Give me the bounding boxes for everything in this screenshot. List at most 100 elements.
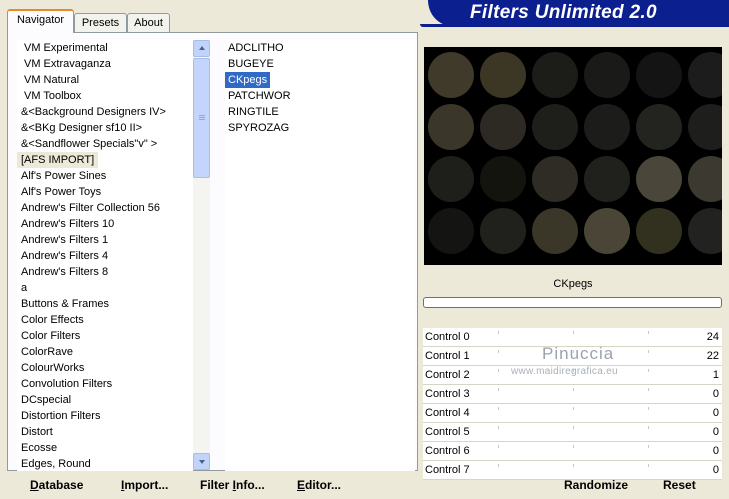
preview-peg <box>532 52 578 98</box>
category-item-label: VM Toolbox <box>24 90 82 102</box>
slider-tick <box>498 350 499 353</box>
control-label: Control 7 <box>425 464 470 476</box>
filter-item[interactable]: CKpegs <box>225 72 415 88</box>
category-item-label: Andrew's Filters 8 <box>21 266 109 278</box>
category-item[interactable]: Andrew's Filters 4 <box>17 248 193 264</box>
control-value: 1 <box>712 369 719 381</box>
category-item[interactable]: &<Background Designers IV> <box>17 104 193 120</box>
category-item-label: DCspecial <box>21 394 72 406</box>
preview-peg <box>532 156 578 202</box>
slider-tick <box>573 407 574 410</box>
current-filter-name: CKpegs <box>553 278 593 290</box>
category-item[interactable]: VM Toolbox <box>17 88 193 104</box>
control-label: Control 4 <box>425 407 470 419</box>
control-row[interactable]: Control 7 0 <box>423 461 722 480</box>
slider-tick <box>498 369 499 372</box>
filter-item-label: PATCHWOR <box>228 90 291 102</box>
preview-peg <box>584 104 630 150</box>
preview-peg <box>584 52 630 98</box>
preview-peg <box>480 52 526 98</box>
slider-tick <box>573 388 574 391</box>
category-item[interactable]: Distort <box>17 424 193 440</box>
category-item-label: VM Experimental <box>24 42 108 54</box>
preview-peg <box>480 156 526 202</box>
category-item[interactable]: Convolution Filters <box>17 376 193 392</box>
watermark-url: www.maidiregrafica.eu <box>511 366 618 377</box>
control-value: 0 <box>712 426 719 438</box>
randomize-button[interactable]: Randomize <box>564 478 628 492</box>
category-item[interactable]: Alf's Power Sines <box>17 168 193 184</box>
category-item-label: Ecosse <box>21 442 58 454</box>
app-title: Filters Unlimited 2.0 <box>470 2 657 23</box>
control-value: 0 <box>712 407 719 419</box>
filter-list[interactable]: ADCLITHO BUGEYE CKpegs PATCHWOR RINGTILE SPYR… <box>225 40 415 471</box>
filter-item[interactable]: BUGEYE <box>225 56 415 72</box>
control-value: 0 <box>712 464 719 476</box>
preview-peg <box>688 52 722 98</box>
control-row[interactable]: Control 5 0 <box>423 423 722 442</box>
category-item[interactable]: Edges, Round <box>17 456 193 471</box>
category-item-label: Distortion Filters <box>21 410 101 422</box>
preview-peg <box>636 208 682 254</box>
filter-item-label: BUGEYE <box>228 58 274 70</box>
scroll-down-button[interactable] <box>193 453 210 470</box>
category-item[interactable]: Buttons & Frames <box>17 296 193 312</box>
preview-image <box>424 47 722 265</box>
import-button[interactable]: Import... <box>121 478 168 492</box>
tab-navigator[interactable]: Navigator <box>7 9 74 33</box>
tab-presets[interactable]: Presets <box>74 13 127 32</box>
tab-about[interactable]: About <box>127 13 170 32</box>
preview-peg <box>584 156 630 202</box>
preview-peg <box>480 104 526 150</box>
category-list[interactable]: VM Experimental VM Extravaganza VM Natural… <box>17 40 193 471</box>
title-banner-stripe <box>420 24 729 27</box>
preview-peg <box>636 104 682 150</box>
category-item[interactable]: ColorRave <box>17 344 193 360</box>
filter-item[interactable]: SPYROZAG <box>225 120 415 136</box>
category-scrollbar[interactable] <box>193 40 210 470</box>
scroll-thumb[interactable] <box>193 58 210 178</box>
slider-tick <box>498 407 499 410</box>
control-row[interactable]: Control 6 0 <box>423 442 722 461</box>
editor-button[interactable]: Editor... <box>297 478 341 492</box>
category-item[interactable]: Andrew's Filters 1 <box>17 232 193 248</box>
category-item[interactable]: &<BKg Designer sf10 II> <box>17 120 193 136</box>
slider-tick <box>573 426 574 429</box>
preview-peg <box>688 104 722 150</box>
category-item[interactable]: ColourWorks <box>17 360 193 376</box>
category-item-label: ColourWorks <box>21 362 85 374</box>
filter-item-label: ADCLITHO <box>228 42 284 54</box>
category-item[interactable]: Andrew's Filters 10 <box>17 216 193 232</box>
category-item[interactable]: Distortion Filters <box>17 408 193 424</box>
slider-tick <box>648 331 649 334</box>
category-item[interactable]: a <box>17 280 193 296</box>
category-item[interactable]: Ecosse <box>17 440 193 456</box>
category-item[interactable]: &<Sandflower Specials"v" > <box>17 136 193 152</box>
category-item-label: VM Extravaganza <box>24 58 111 70</box>
category-item[interactable]: Alf's Power Toys <box>17 184 193 200</box>
category-item[interactable]: VM Extravaganza <box>17 56 193 72</box>
control-row[interactable]: Control 4 0 <box>423 404 722 423</box>
slider-tick <box>648 388 649 391</box>
filter-item[interactable]: RINGTILE <box>225 104 415 120</box>
category-item[interactable]: VM Natural <box>17 72 193 88</box>
preview-peg <box>428 52 474 98</box>
preview-peg <box>428 104 474 150</box>
category-item[interactable]: DCspecial <box>17 392 193 408</box>
filter-item[interactable]: PATCHWOR <box>225 88 415 104</box>
database-button[interactable]: Database <box>30 478 83 492</box>
category-item[interactable]: Andrew's Filters 8 <box>17 264 193 280</box>
slider-tick <box>498 331 499 334</box>
filter-info-button[interactable]: Filter Info... <box>200 478 265 492</box>
control-label: Control 0 <box>425 331 470 343</box>
reset-button[interactable]: Reset <box>663 478 696 492</box>
chevron-up-icon <box>199 46 205 50</box>
category-item[interactable]: [AFS IMPORT] <box>17 152 193 168</box>
scroll-up-button[interactable] <box>193 40 210 57</box>
filter-item[interactable]: ADCLITHO <box>225 40 415 56</box>
category-item[interactable]: VM Experimental <box>17 40 193 56</box>
category-item[interactable]: Andrew's Filter Collection 56 <box>17 200 193 216</box>
category-item[interactable]: Color Effects <box>17 312 193 328</box>
control-row[interactable]: Control 3 0 <box>423 385 722 404</box>
category-item[interactable]: Color Filters <box>17 328 193 344</box>
